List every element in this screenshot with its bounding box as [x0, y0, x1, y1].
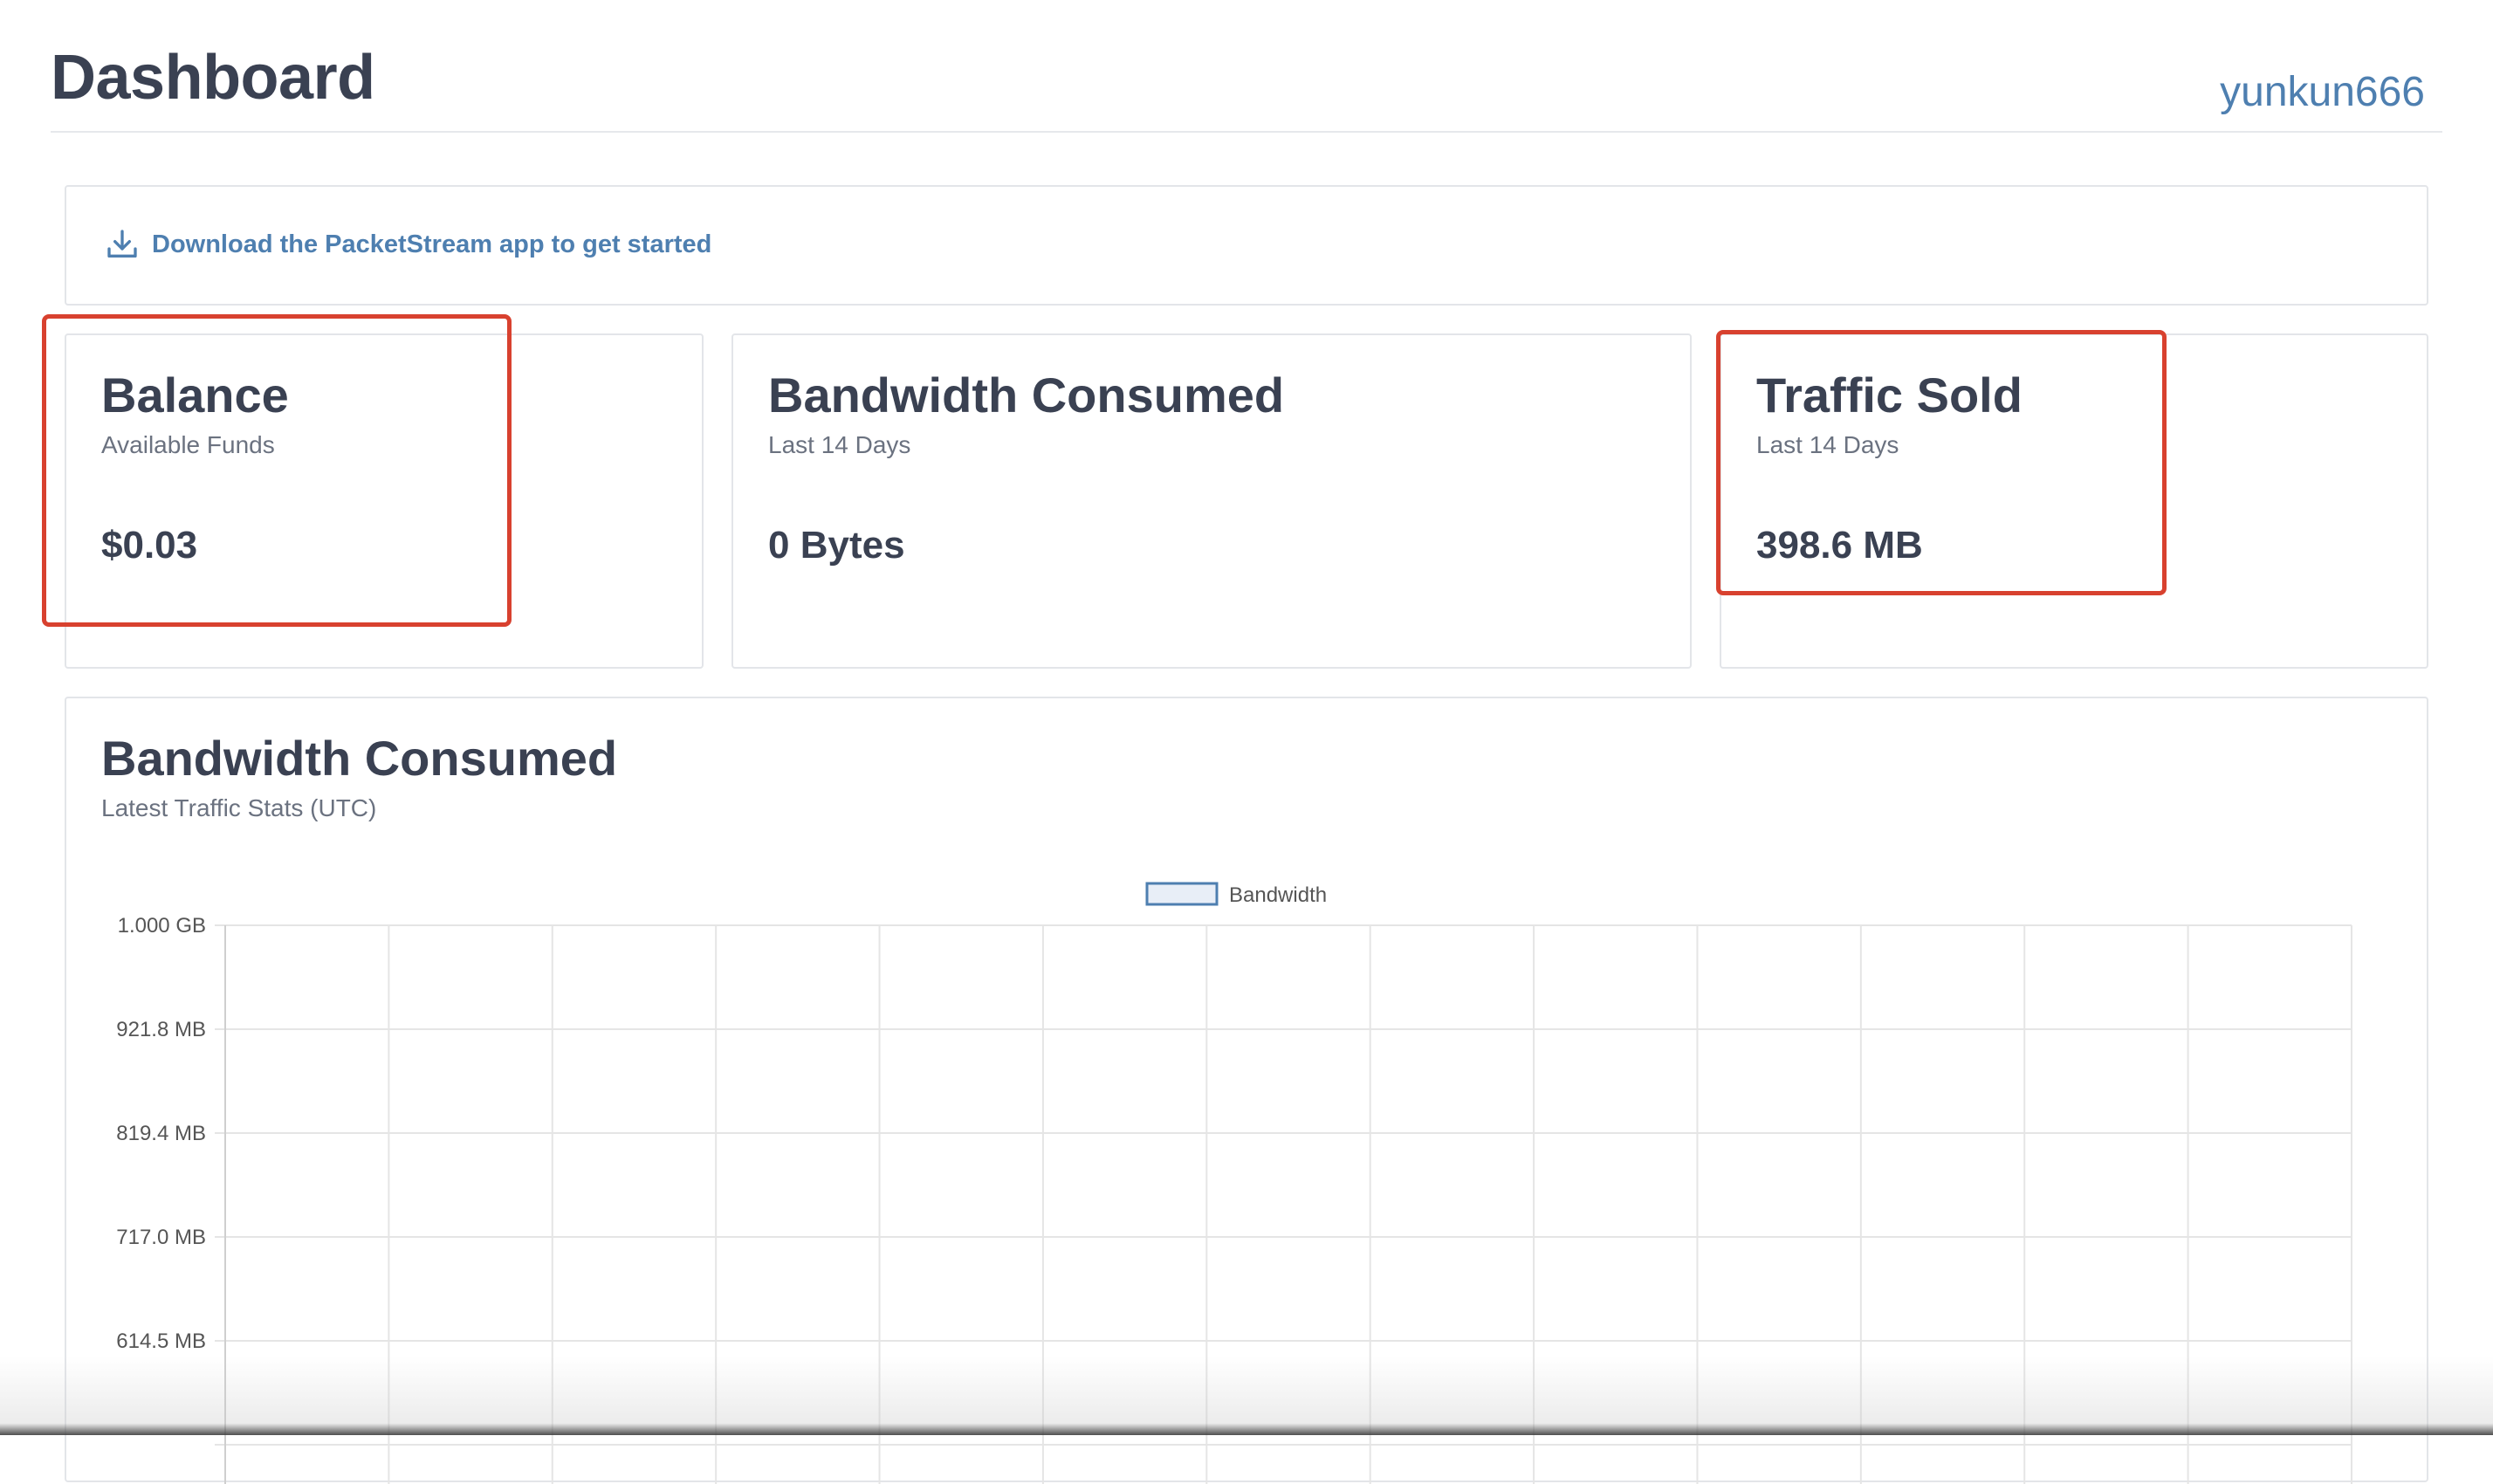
download-icon — [105, 227, 140, 262]
legend-label: Bandwidth — [1229, 883, 1327, 907]
traffic-sold-title: Traffic Sold — [1756, 368, 2023, 423]
y-tick-label: 1.000 GB — [118, 914, 206, 938]
balance-value: $0.03 — [101, 524, 198, 567]
download-banner: Download the PacketStream app to get sta… — [65, 185, 2428, 306]
balance-title: Balance — [101, 368, 289, 423]
balance-subtitle: Available Funds — [101, 431, 275, 458]
traffic-sold-subtitle: Last 14 Days — [1756, 431, 1899, 458]
page-title: Dashboard — [51, 43, 375, 113]
username-link[interactable]: yunkun666 — [2220, 68, 2425, 116]
y-tick-label: 614.5 MB — [116, 1329, 206, 1353]
download-app-label: Download the PacketStream app to get sta… — [152, 230, 712, 258]
bandwidth-title: Bandwidth Consumed — [768, 368, 1285, 423]
traffic-sold-card: Traffic Sold Last 14 Days 398.6 MB — [1720, 333, 2428, 669]
chart-y-axis: 1.000 GB 921.8 MB 819.4 MB 717.0 MB 614.5 MB — [116, 914, 206, 1353]
download-app-link[interactable]: Download the PacketStream app to get sta… — [105, 227, 711, 262]
bandwidth-chart-card: Bandwidth Consumed Latest Traffic Stats … — [65, 697, 2428, 1484]
page-header: Dashboard yunkun666 — [51, 0, 2442, 133]
legend-swatch — [1145, 882, 1219, 906]
bandwidth-value: 0 Bytes — [768, 524, 905, 567]
bandwidth-subtitle: Last 14 Days — [768, 431, 911, 458]
y-tick-label: 921.8 MB — [116, 1018, 206, 1041]
chart-legend: Bandwidth — [1145, 882, 1327, 907]
traffic-sold-value: 398.6 MB — [1756, 524, 1923, 567]
balance-card: Balance Available Funds $0.03 — [65, 333, 704, 669]
chart-grid — [215, 924, 2352, 1484]
bandwidth-card: Bandwidth Consumed Last 14 Days 0 Bytes — [731, 333, 1692, 669]
bandwidth-chart: 1.000 GB 921.8 MB 819.4 MB 717.0 MB 614.5 MB… — [116, 882, 2352, 1484]
y-tick-label: 717.0 MB — [116, 1226, 206, 1249]
y-tick-label: 819.4 MB — [116, 1122, 206, 1145]
